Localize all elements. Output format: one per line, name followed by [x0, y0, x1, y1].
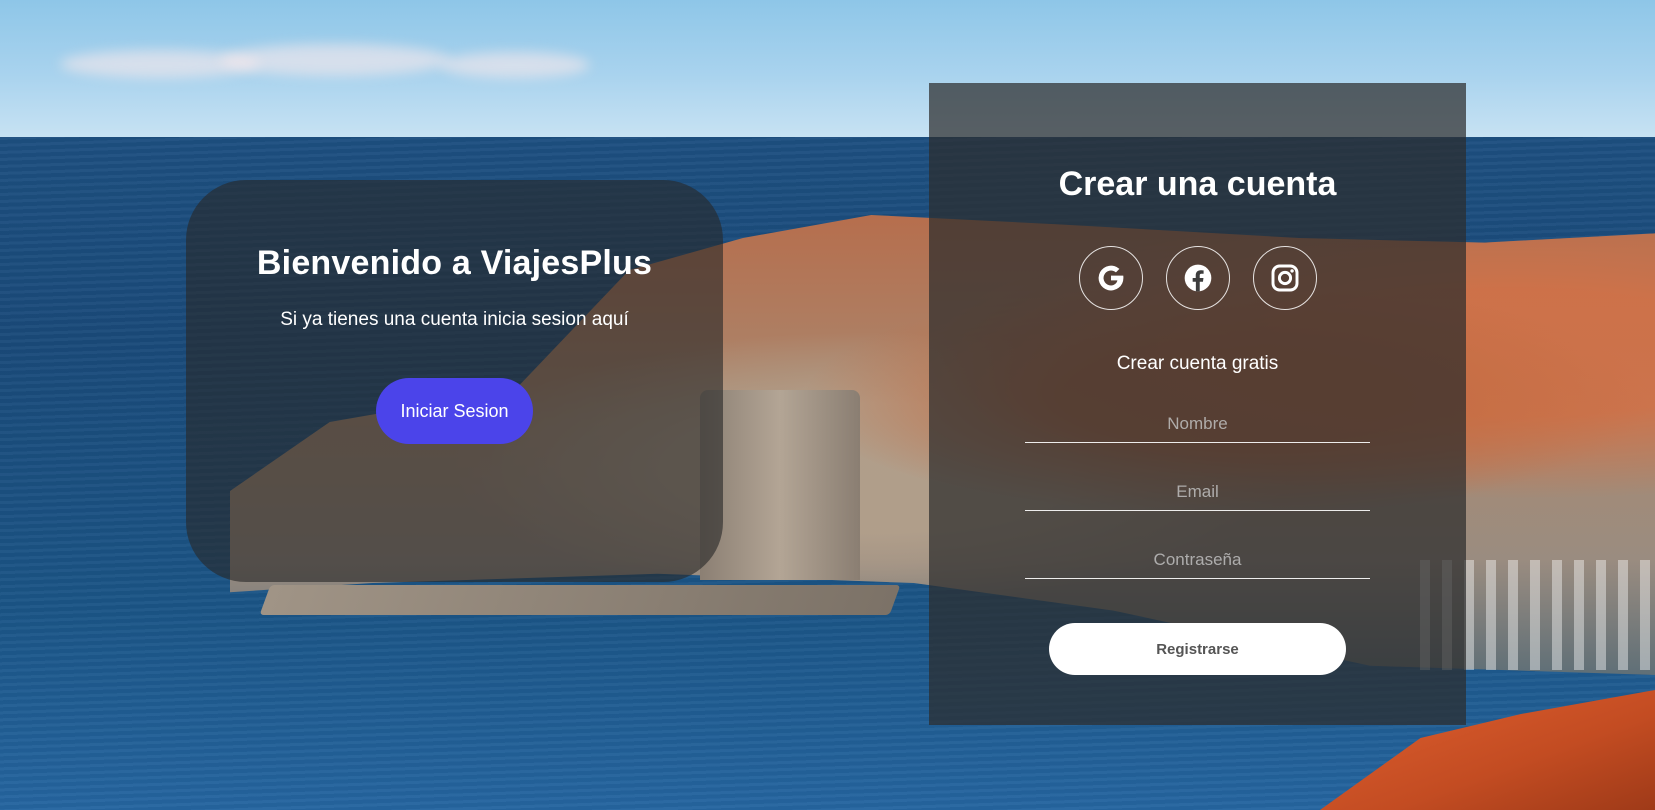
password-field[interactable] — [1025, 546, 1370, 579]
instagram-icon — [1271, 264, 1298, 292]
social-login-row — [1078, 246, 1317, 310]
welcome-subtitle: Si ya tienes una cuenta inicia sesion aq… — [280, 309, 629, 330]
login-button[interactable]: Iniciar Sesion — [376, 378, 533, 444]
pier — [259, 585, 901, 615]
welcome-card: Bienvenido a ViajesPlus Si ya tienes una… — [186, 180, 723, 582]
register-panel: Crear una cuenta Crear cuenta gratis Nom… — [929, 83, 1466, 725]
welcome-title: Bienvenido a ViajesPlus — [256, 244, 653, 282]
google-icon — [1098, 265, 1123, 291]
email-field[interactable] — [1025, 478, 1370, 511]
name-field-wrapper — [1025, 410, 1370, 443]
password-field-wrapper — [1025, 546, 1370, 579]
free-account-label: Crear cuenta gratis — [1116, 353, 1279, 374]
google-button[interactable] — [1078, 246, 1143, 310]
facebook-button[interactable] — [1165, 246, 1230, 310]
register-title: Crear una cuenta — [1058, 165, 1337, 203]
register-button[interactable]: Registrarse — [1049, 623, 1346, 675]
instagram-button[interactable] — [1252, 246, 1317, 310]
email-field-wrapper — [1025, 478, 1370, 511]
fortress — [700, 390, 860, 580]
name-field[interactable] — [1025, 410, 1370, 443]
facebook-icon — [1184, 264, 1211, 292]
